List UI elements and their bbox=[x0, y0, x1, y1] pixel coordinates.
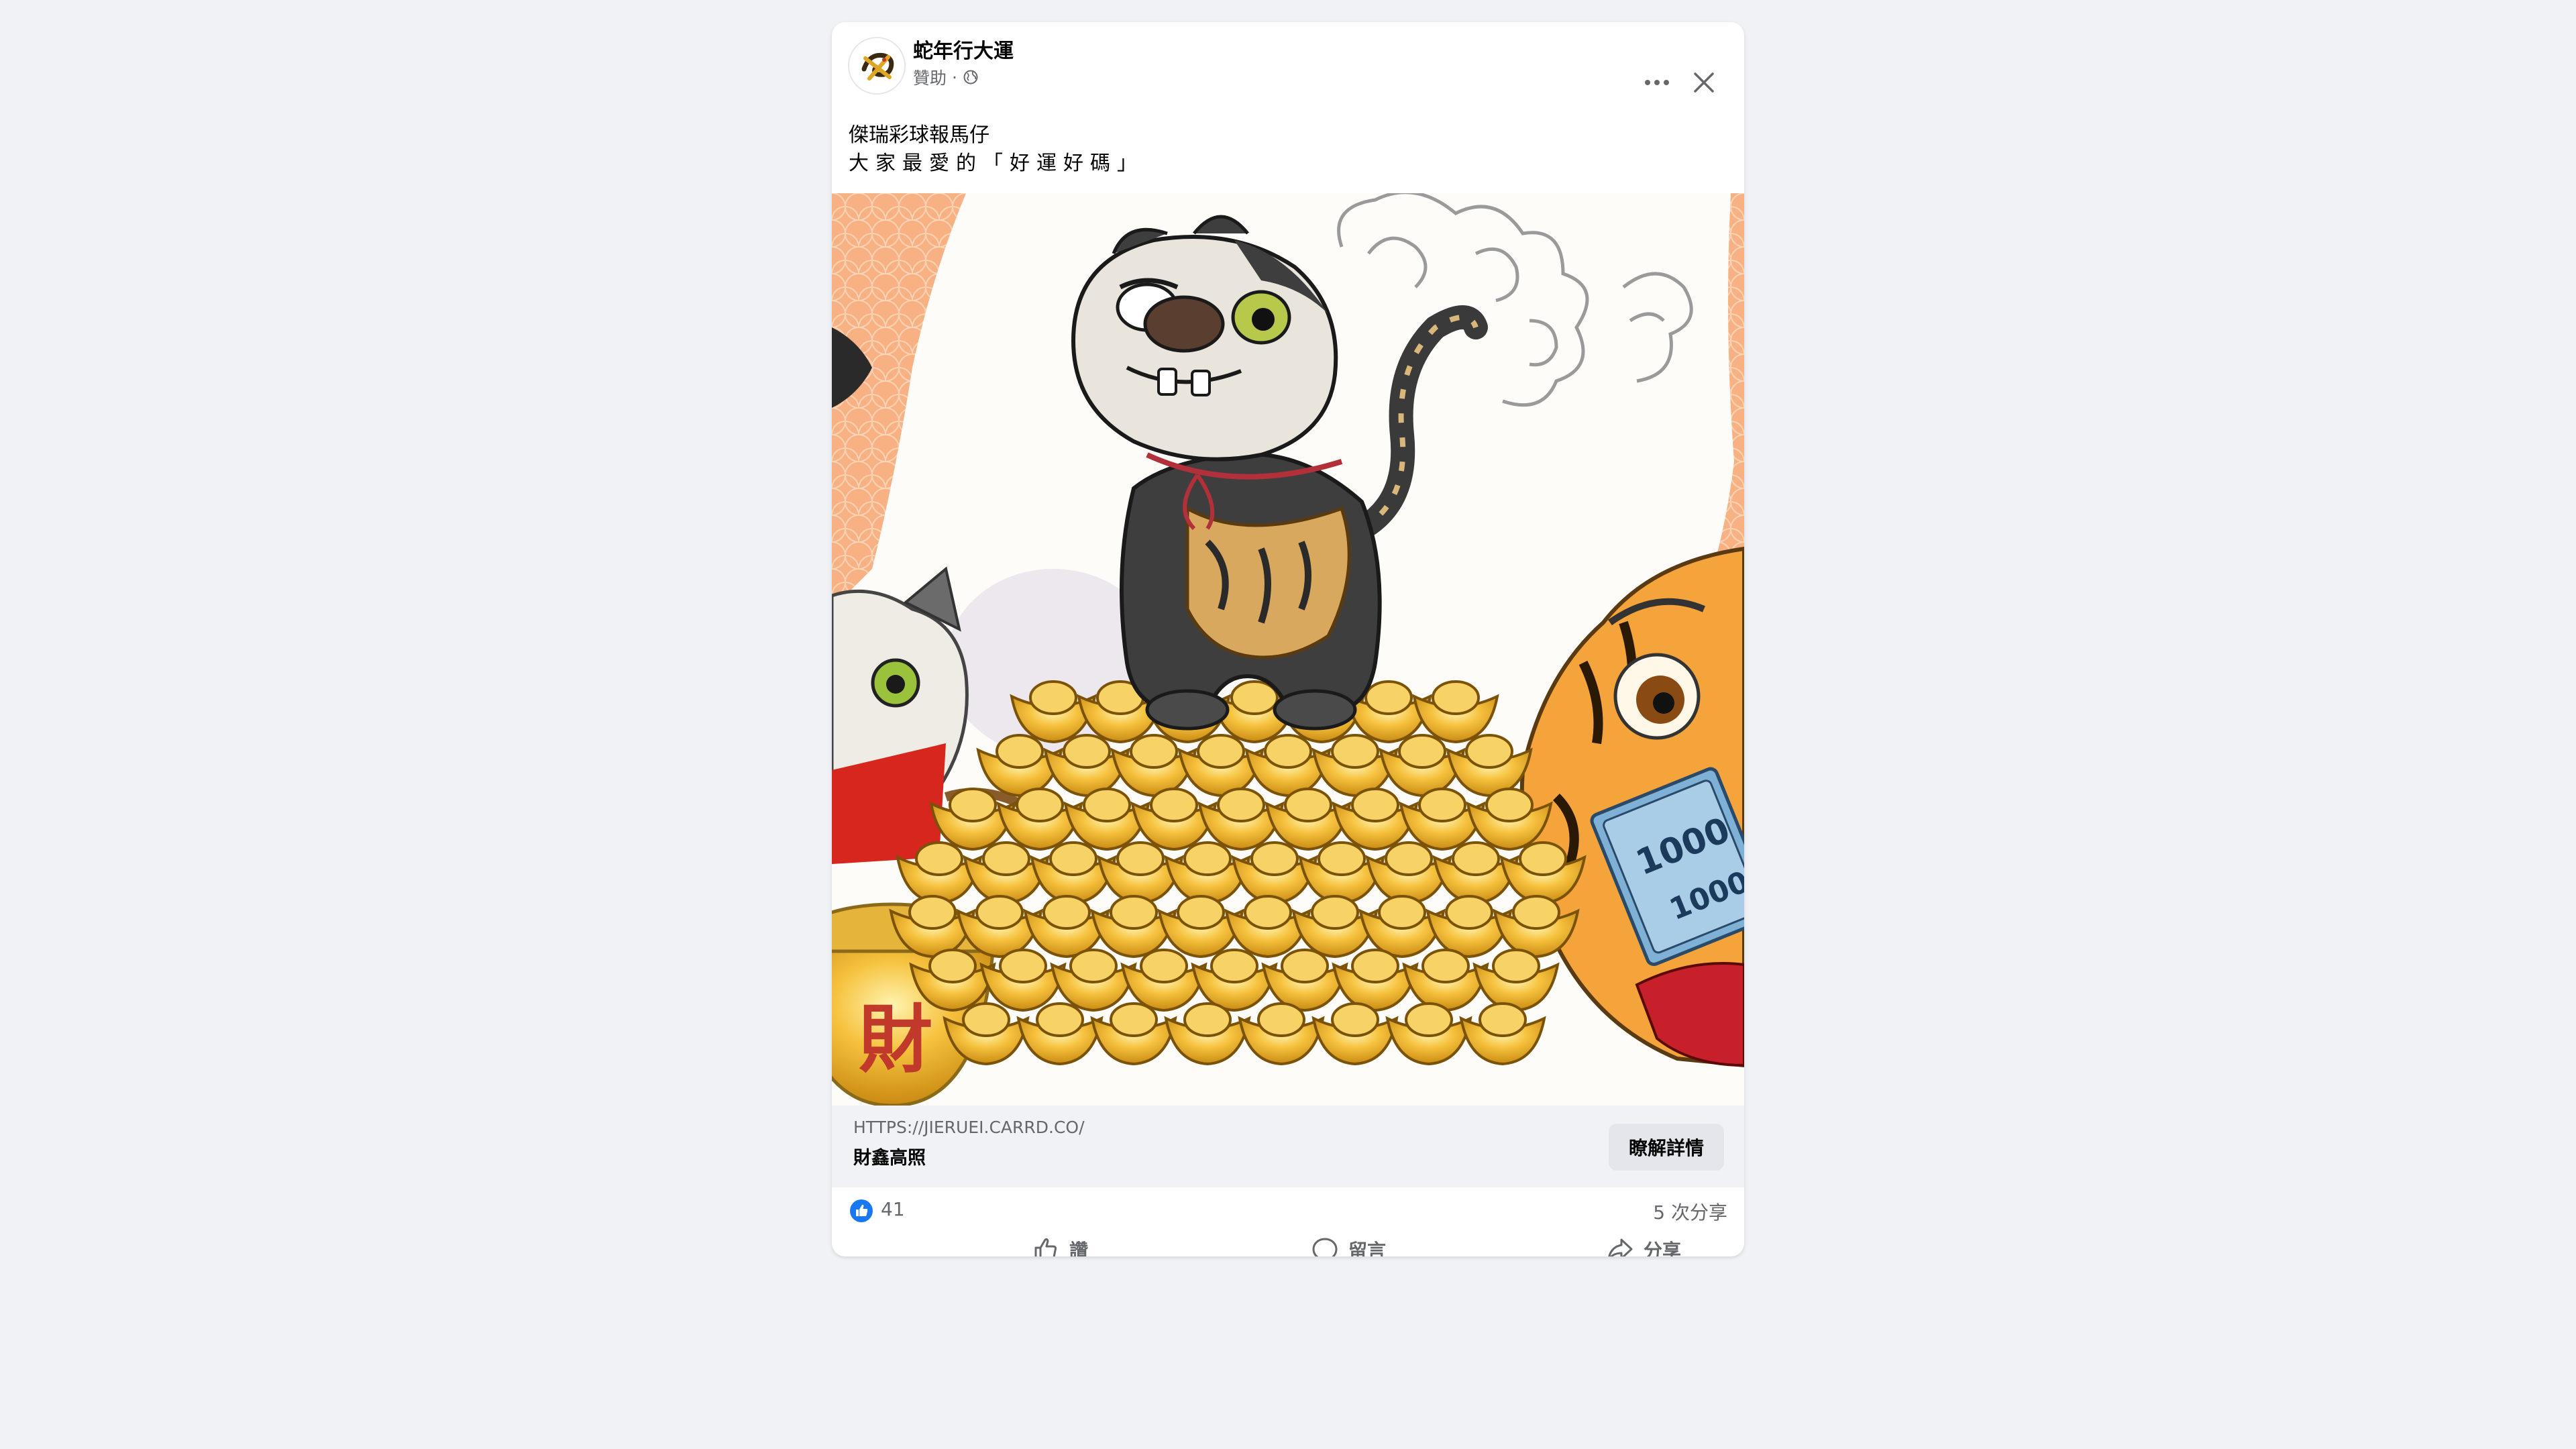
learn-more-button[interactable]: 瞭解詳情 bbox=[1609, 1124, 1724, 1171]
post-text-line-1: 傑瑞彩球報馬仔 bbox=[849, 123, 989, 147]
gold-ingot bbox=[1446, 734, 1533, 798]
gold-ingot bbox=[1191, 949, 1278, 1012]
share-button[interactable]: 分享 bbox=[1543, 1230, 1744, 1256]
thumbs-up-icon[interactable] bbox=[850, 1199, 873, 1222]
gold-ingot bbox=[1402, 949, 1489, 1012]
page-background: 蛇年行大運 贊助 · 傑瑞彩球報馬仔 大家最愛的「好運好碼」 財 1000 10… bbox=[0, 0, 2576, 1449]
like-count[interactable]: 41 bbox=[881, 1198, 905, 1220]
comment-bubble-icon bbox=[1312, 1238, 1338, 1256]
left-pattern-band bbox=[832, 193, 966, 609]
link-preview[interactable]: HTTPS://JIERUEI.CARRD.CO/ 財鑫高照 瞭解詳情 bbox=[832, 1106, 1744, 1187]
close-icon bbox=[1694, 72, 1714, 93]
gold-ingot bbox=[1332, 949, 1419, 1012]
close-button[interactable] bbox=[1684, 62, 1724, 103]
gold-ingot bbox=[1261, 949, 1348, 1012]
like-label: 讚 bbox=[1069, 1240, 1088, 1256]
snake-logo-icon bbox=[849, 38, 904, 93]
post-meta: 贊助 · bbox=[913, 65, 979, 89]
meta-separator: · bbox=[952, 67, 957, 87]
page-avatar[interactable] bbox=[848, 37, 906, 95]
gold-ingot bbox=[1050, 949, 1137, 1012]
gold-ingot bbox=[1120, 949, 1208, 1012]
globe-icon bbox=[963, 70, 978, 85]
more-horizontal-icon bbox=[1645, 80, 1669, 85]
sponsored-label[interactable]: 贊助 bbox=[913, 65, 947, 89]
comment-label: 留言 bbox=[1348, 1240, 1386, 1256]
post-text: 傑瑞彩球報馬仔 大家最愛的「好運好碼」 bbox=[849, 121, 1144, 178]
gold-ingot bbox=[1090, 1002, 1177, 1066]
link-domain[interactable]: HTTPS://JIERUEI.CARRD.CO/ bbox=[853, 1118, 1085, 1137]
pot-character: 財 bbox=[859, 996, 932, 1083]
gold-ingot bbox=[1459, 1002, 1546, 1066]
right-tiger: 1000 1000 bbox=[1519, 546, 1744, 1068]
gold-ingot bbox=[1311, 1002, 1399, 1066]
gold-ingot bbox=[979, 949, 1067, 1012]
gold-ingot bbox=[1238, 1002, 1325, 1066]
share-label: 分享 bbox=[1643, 1240, 1681, 1256]
tiger-cat-gold-ingots-illustration: 財 1000 1000 bbox=[832, 193, 1744, 1106]
gold-ingot bbox=[1385, 1002, 1472, 1066]
cloud-swirl bbox=[1337, 193, 1693, 407]
gold-ingot bbox=[1412, 680, 1499, 744]
page-name[interactable]: 蛇年行大運 bbox=[913, 34, 1014, 64]
more-options-button[interactable] bbox=[1635, 64, 1678, 101]
gold-ingot bbox=[1472, 949, 1560, 1012]
share-arrow-icon bbox=[1608, 1238, 1633, 1256]
sponsored-post-card: 蛇年行大運 贊助 · 傑瑞彩球報馬仔 大家最愛的「好運好碼」 財 1000 10… bbox=[832, 22, 1744, 1256]
thumbs-up-outline-icon bbox=[1034, 1238, 1057, 1256]
like-button[interactable]: 讚 bbox=[959, 1230, 1161, 1256]
comment-button[interactable]: 留言 bbox=[1248, 1230, 1449, 1256]
gold-ingot bbox=[1164, 1002, 1251, 1066]
central-tiger-cat bbox=[1071, 215, 1488, 731]
link-title[interactable]: 財鑫高照 bbox=[853, 1143, 926, 1169]
share-count[interactable]: 5 次分享 bbox=[1653, 1198, 1727, 1225]
post-text-line-2: 大家最愛的「好運好碼」 bbox=[849, 152, 1144, 175]
post-image[interactable]: 財 1000 1000 bbox=[832, 193, 1744, 1106]
gold-ingot bbox=[1016, 1002, 1104, 1066]
